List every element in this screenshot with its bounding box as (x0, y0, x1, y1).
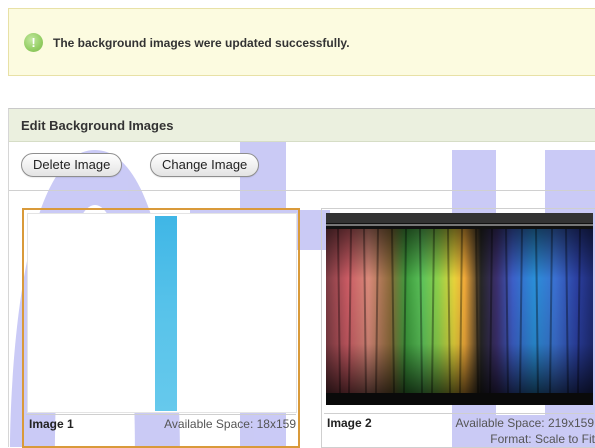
info-icon: ! (24, 33, 43, 52)
image-2-caption: Image 2 Available Space: 219x159 (324, 413, 594, 430)
tshirts-photo (326, 213, 593, 405)
image-2-format: Format: Scale to Fit (490, 432, 595, 446)
image-2-thumbnail[interactable] (326, 213, 593, 405)
image-1-name: Image 1 (29, 417, 74, 431)
notice-message: The background images were updated succe… (53, 36, 350, 50)
delete-image-button[interactable]: Delete Image (21, 153, 123, 177)
image-card-1[interactable]: Image 1 Available Space: 18x159 (22, 208, 300, 448)
image-card-2[interactable]: Image 2 Available Space: 219x159 Format:… (321, 208, 595, 448)
panel-title: Edit Background Images (21, 118, 174, 133)
success-notice: ! The background images were updated suc… (8, 8, 595, 76)
panel-header: Edit Background Images (9, 109, 595, 142)
image-toolbar: Delete Image Change Image (9, 142, 595, 191)
image-1-thumbnail[interactable] (27, 213, 297, 413)
image-1-available-space: Available Space: 18x159 (164, 417, 296, 431)
image-1-caption: Image 1 Available Space: 18x159 (26, 414, 296, 431)
image-2-name: Image 2 (327, 416, 372, 430)
change-image-button[interactable]: Change Image (150, 153, 260, 177)
image-2-available-space: Available Space: 219x159 (455, 416, 594, 430)
edit-background-panel: Edit Background Images Delete Image Chan… (8, 108, 595, 448)
image-1-strip (155, 216, 177, 411)
